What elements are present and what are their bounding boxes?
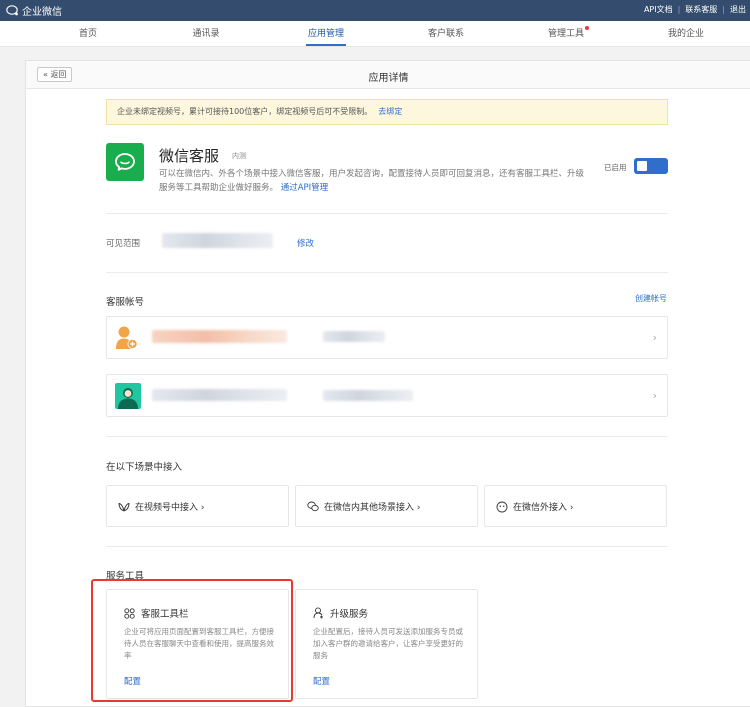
separator: | xyxy=(677,5,681,14)
create-account-link[interactable]: 创建帐号 xyxy=(635,293,667,304)
main-nav: 首页 通讯录 应用管理 客户联系 管理工具 我的企业 xyxy=(0,21,750,47)
separator: | xyxy=(722,5,725,14)
scene-wechat-other-label: 在微信内其他场景接入 › xyxy=(324,503,421,513)
notification-dot xyxy=(585,26,590,30)
app-detail-panel: « 返回 应用详情 企业未绑定视频号，累计可接待100位客户，绑定视频号后可不受… xyxy=(25,60,750,707)
beta-tag: 内测 xyxy=(232,152,246,160)
scene-label: 在微信外接入 › xyxy=(496,500,573,513)
app-description: 可以在微信内、外各个场景中接入微信客服，用户发起咨询，配置接待人员即可回复消息，… xyxy=(159,167,591,195)
top-links: API文档 | 联系客服 | 退出 xyxy=(644,4,746,15)
avatar xyxy=(115,383,141,409)
page-title: 应用详情 xyxy=(368,73,409,84)
app-name: 微信客服 xyxy=(159,147,220,165)
toggle-knob xyxy=(637,161,647,171)
nav-app-management[interactable]: 应用管理 xyxy=(305,21,347,47)
tool-card-toolbar: 客服工具栏 企业可将应用页面配置到客服工具栏，方便接待人员在客服聊天中查看和使用… xyxy=(106,589,289,699)
account-row[interactable]: › xyxy=(106,316,668,359)
notice-text: 企业未绑定视频号，累计可接待100位客户，绑定视频号后可不受限制。 xyxy=(117,107,373,116)
divider xyxy=(106,546,668,547)
panel-header: « 返回 应用详情 xyxy=(26,61,750,89)
divider xyxy=(106,272,668,273)
wechat-service-app-icon xyxy=(106,143,144,181)
configure-upgrade-link[interactable]: 配置 xyxy=(313,675,330,687)
nav-admin-tools-label: 管理工具 xyxy=(547,29,585,39)
visibility-label: 可见范围 xyxy=(106,239,141,249)
tool-name: 升级服务 xyxy=(330,609,369,620)
wecom-logo-icon xyxy=(6,5,18,16)
tool-description: 企业可将应用页面配置到客服工具栏，方便接待人员在客服聊天中查看和使用，提高服务效… xyxy=(124,627,274,660)
top-bar: 企业微信 API文档 | 联系客服 | 退出 xyxy=(0,0,750,21)
configure-toolbar-link[interactable]: 配置 xyxy=(124,675,141,687)
divider xyxy=(106,436,668,437)
scene-label: 在视频号中接入 › xyxy=(118,500,204,513)
visibility-scope-redacted xyxy=(162,233,273,248)
upgrade-service-icon xyxy=(313,607,323,619)
bind-link[interactable]: 去绑定 xyxy=(378,107,402,116)
tool-card-upgrade: 升级服务 企业配置后，接待人员可发送添加服务专员或加入客户群的邀请给客户，让客户… xyxy=(295,589,478,699)
scene-channels[interactable]: 在视频号中接入 › xyxy=(106,485,289,527)
accounts-section-title: 客服帐号 xyxy=(106,297,145,308)
brand[interactable]: 企业微信 xyxy=(6,3,62,18)
scene-channels-label: 在视频号中接入 › xyxy=(135,503,205,513)
scenes-section-title: 在以下场景中接入 xyxy=(106,462,183,473)
scene-outside-wechat[interactable]: 在微信外接入 › xyxy=(484,485,667,527)
contact-support-link[interactable]: 联系客服 xyxy=(685,4,717,15)
bind-notice: 企业未绑定视频号，累计可接待100位客户，绑定视频号后可不受限制。 去绑定 xyxy=(106,99,668,125)
tool-name: 客服工具栏 xyxy=(141,609,189,620)
account-info-redacted xyxy=(323,390,413,401)
channels-icon xyxy=(118,502,130,512)
smile-chat-icon xyxy=(496,501,508,512)
logout-link[interactable]: 退出 xyxy=(730,4,746,15)
account-info-redacted xyxy=(323,331,385,342)
enable-toggle[interactable] xyxy=(634,158,668,174)
scene-wechat-other[interactable]: 在微信内其他场景接入 › xyxy=(295,485,478,527)
nav-my-enterprise[interactable]: 我的企业 xyxy=(668,21,704,47)
tools-section-title: 服务工具 xyxy=(106,571,145,582)
toolbar-grid-icon xyxy=(124,607,135,619)
tool-head: 客服工具栏 xyxy=(124,606,189,620)
account-row[interactable]: › xyxy=(106,374,668,417)
divider xyxy=(106,213,668,214)
nav-home[interactable]: 首页 xyxy=(79,21,97,47)
account-name-redacted xyxy=(152,389,287,401)
nav-admin-tools[interactable]: 管理工具 xyxy=(547,21,590,47)
wechat-icon xyxy=(307,501,319,512)
chevron-right-icon: › xyxy=(652,331,657,344)
status-label: 已启用 xyxy=(604,163,627,172)
chevron-right-icon: › xyxy=(652,389,657,402)
chat-bubble-icon xyxy=(115,153,135,171)
scene-outside-wechat-label: 在微信外接入 › xyxy=(513,503,574,513)
nav-contacts[interactable]: 通讯录 xyxy=(192,21,219,47)
app-description-text: 可以在微信内、外各个场景中接入微信客服，用户发起咨询，配置接待人员即可回复消息，… xyxy=(159,169,585,193)
default-avatar-icon xyxy=(116,326,138,349)
api-manage-link[interactable]: 通过API管理 xyxy=(281,183,328,193)
api-docs-link[interactable]: API文档 xyxy=(644,4,673,15)
account-name-redacted xyxy=(152,330,287,343)
tool-head: 升级服务 xyxy=(313,606,368,620)
scene-label: 在微信内其他场景接入 › xyxy=(307,500,420,513)
edit-visibility-link[interactable]: 修改 xyxy=(297,237,314,249)
nav-customer-contact[interactable]: 客户联系 xyxy=(428,21,464,47)
brand-name: 企业微信 xyxy=(22,7,62,18)
tool-description: 企业配置后，接待人员可发送添加服务专员或加入客户群的邀请给客户，让客户享受更好的… xyxy=(313,627,463,660)
